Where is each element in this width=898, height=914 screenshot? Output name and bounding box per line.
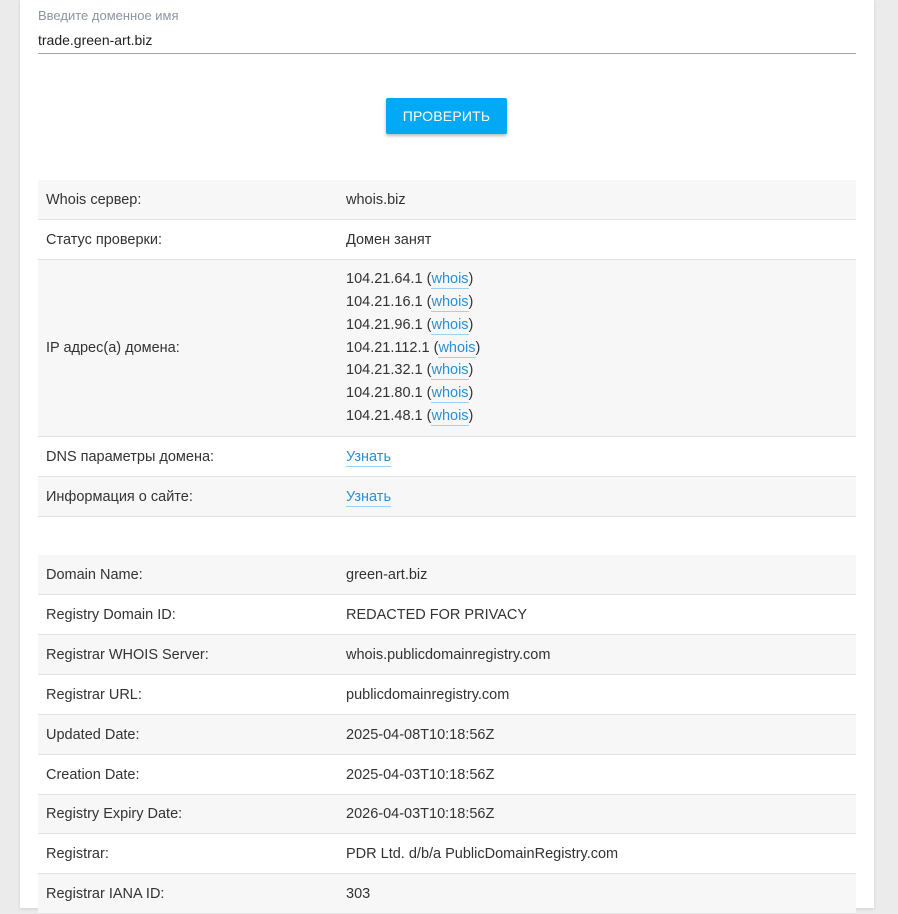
status-table: Whois сервер: whois.biz Статус проверки:… xyxy=(38,180,856,517)
whois-server-value: whois.biz xyxy=(346,180,856,220)
ip-address-item: 104.21.48.1 (whois) xyxy=(346,407,474,426)
record-key: Updated Date: xyxy=(38,714,346,755)
table-row: Registrar WHOIS Server: whois.publicdoma… xyxy=(38,634,856,675)
record-key: Creation Date: xyxy=(38,754,346,795)
ip-addresses-label: IP адрес(а) домена: xyxy=(38,259,346,437)
record-key: Registry Expiry Date: xyxy=(38,794,346,834)
record-value: 2025-04-08T10:18:56Z xyxy=(346,714,856,755)
record-value: whois.publicdomainregistry.com xyxy=(346,634,856,675)
ip-whois-link[interactable]: whois xyxy=(431,316,469,335)
table-row: Creation Date: 2025-04-03T10:18:56Z xyxy=(38,754,856,795)
row-whois-server: Whois сервер: whois.biz xyxy=(38,180,856,220)
record-key: Domain Name: xyxy=(38,555,346,595)
ip-address: 104.21.112.1 xyxy=(346,339,430,356)
check-status-label: Статус проверки: xyxy=(38,219,346,260)
ip-address-item: 104.21.80.1 (whois) xyxy=(346,385,474,404)
record-value: green-art.biz xyxy=(346,555,856,595)
ip-addresses-list: 104.21.64.1 (whois) 104.21.16.1 (whois) … xyxy=(346,259,856,437)
dns-label: DNS параметры домена: xyxy=(38,436,346,477)
row-ip-addresses: IP адрес(а) домена: 104.21.64.1 (whois) … xyxy=(38,259,856,437)
record-key: Registrar: xyxy=(38,833,346,874)
record-value: 2026-04-03T10:18:56Z xyxy=(346,794,856,834)
ip-address-item: 104.21.96.1 (whois) xyxy=(346,316,474,335)
domain-field-label: Введите доменное имя xyxy=(38,8,179,23)
table-row: Registrar: PDR Ltd. d/b/a PublicDomainRe… xyxy=(38,833,856,874)
site-info-label: Информация о сайте: xyxy=(38,476,346,517)
row-check-status: Статус проверки: Домен занят xyxy=(38,219,856,260)
ip-address-item: 104.21.112.1 (whois) xyxy=(346,339,481,358)
record-value: publicdomainregistry.com xyxy=(346,674,856,715)
record-value: REDACTED FOR PRIVACY xyxy=(346,594,856,635)
ip-address: 104.21.32.1 xyxy=(346,362,423,379)
table-row: Updated Date: 2025-04-08T10:18:56Z xyxy=(38,714,856,755)
table-row: Registrar URL: publicdomainregistry.com xyxy=(38,674,856,715)
ip-whois-link[interactable]: whois xyxy=(431,362,469,381)
ip-address: 104.21.80.1 xyxy=(346,385,423,402)
whois-server-label: Whois сервер: xyxy=(38,180,346,220)
site-info-link[interactable]: Узнать xyxy=(346,488,391,507)
record-key: Registrar URL: xyxy=(38,674,346,715)
table-row: Registry Domain ID: REDACTED FOR PRIVACY xyxy=(38,594,856,635)
row-site-info: Информация о сайте: Узнать xyxy=(38,476,856,517)
ip-address: 104.21.96.1 xyxy=(346,316,423,333)
table-row: Registry Expiry Date: 2026-04-03T10:18:5… xyxy=(38,794,856,834)
ip-whois-link[interactable]: whois xyxy=(431,294,469,312)
site-info-value: Узнать xyxy=(346,476,856,517)
ip-whois-link[interactable]: whois xyxy=(431,271,469,290)
dns-value: Узнать xyxy=(346,436,856,477)
dns-lookup-link[interactable]: Узнать xyxy=(346,448,391,467)
whois-card: Введите доменное имя ПРОВЕРИТЬ Whois сер… xyxy=(20,0,874,914)
ip-address-item: 104.21.64.1 (whois) xyxy=(346,271,474,290)
record-value: PDR Ltd. d/b/a PublicDomainRegistry.com xyxy=(346,833,856,874)
ip-whois-link[interactable]: whois xyxy=(431,407,469,426)
ip-address-item: 104.21.32.1 (whois) xyxy=(346,362,474,381)
ip-whois-link[interactable]: whois xyxy=(438,339,476,358)
record-value: 2025-04-03T10:18:56Z xyxy=(346,754,856,795)
ip-address: 104.21.48.1 xyxy=(346,407,423,424)
table-row: Domain Name: green-art.biz xyxy=(38,555,856,595)
ip-whois-link[interactable]: whois xyxy=(431,385,469,404)
row-dns: DNS параметры домена: Узнать xyxy=(38,436,856,477)
record-key: Registrar WHOIS Server: xyxy=(38,634,346,675)
record-key: Registry Domain ID: xyxy=(38,594,346,635)
check-status-value: Домен занят xyxy=(346,219,856,260)
ip-address: 104.21.16.1 xyxy=(346,294,423,310)
check-button[interactable]: ПРОВЕРИТЬ xyxy=(386,98,507,134)
domain-input[interactable] xyxy=(38,27,856,54)
ip-address-item: 104.21.16.1 (whois) xyxy=(346,294,474,312)
ip-address: 104.21.64.1 xyxy=(346,271,423,288)
whois-records-table: Domain Name: green-art.biz Registry Doma… xyxy=(38,555,856,914)
